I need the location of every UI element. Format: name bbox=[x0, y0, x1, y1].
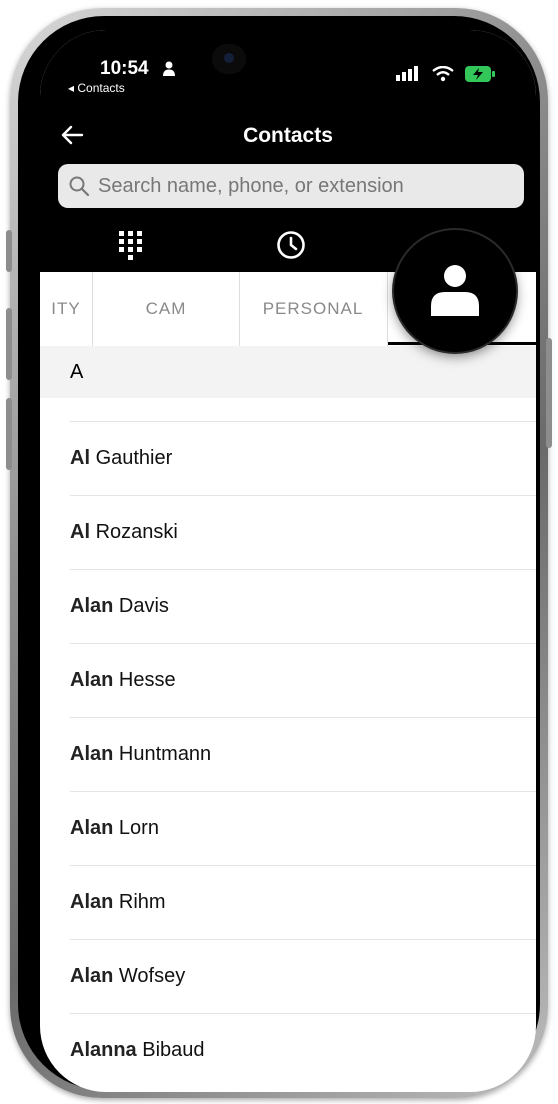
contact-last-name: Huntmann bbox=[118, 743, 212, 765]
contact-list: Al Gauthier Al Rozanski Alan Davis Alan … bbox=[40, 398, 536, 1087]
status-time: 10:54 bbox=[100, 58, 149, 79]
contact-first-name: Al bbox=[70, 521, 90, 543]
dialpad-icon[interactable] bbox=[118, 230, 144, 264]
list-item[interactable]: Alan Davis bbox=[40, 570, 536, 643]
clock-icon[interactable] bbox=[276, 230, 306, 260]
list-item[interactable]: Alan Hesse bbox=[40, 644, 536, 717]
tab-label: CAM bbox=[145, 299, 187, 318]
wifi-icon bbox=[432, 66, 454, 82]
tab-cam[interactable]: CAM bbox=[93, 272, 239, 346]
contact-first-name: Alan bbox=[70, 817, 114, 839]
contact-last-name: Bibaud bbox=[142, 1039, 205, 1061]
list-item[interactable]: Alanna Bibaud bbox=[40, 1014, 536, 1087]
section-letter: A bbox=[70, 361, 84, 383]
contact-first-name: Alan bbox=[70, 743, 114, 765]
list-item[interactable]: Alan Rihm bbox=[40, 866, 536, 939]
tab-personal[interactable]: PERSONAL bbox=[240, 272, 386, 346]
camera-island bbox=[212, 44, 246, 74]
section-header: A bbox=[40, 346, 536, 398]
contacts-tab-button[interactable] bbox=[394, 230, 516, 352]
power-button bbox=[546, 338, 552, 448]
status-indicators bbox=[396, 64, 496, 84]
contact-first-name: Al bbox=[70, 447, 90, 469]
contact-last-name: Wofsey bbox=[118, 965, 186, 987]
contact-last-name: Rihm bbox=[118, 891, 166, 913]
contact-first-name: Alan bbox=[70, 669, 114, 691]
list-item[interactable]: Al Rozanski bbox=[40, 496, 536, 569]
tab-divider bbox=[387, 272, 388, 346]
contact-last-name: Davis bbox=[118, 595, 169, 617]
tab-label: PERSONAL bbox=[262, 299, 364, 318]
contact-first-name: Alan bbox=[70, 891, 114, 913]
contact-last-name: Gauthier bbox=[95, 447, 173, 469]
person-status-icon bbox=[163, 61, 175, 76]
list-item[interactable]: Alan Wofsey bbox=[40, 940, 536, 1013]
page-title: Contacts bbox=[243, 124, 333, 147]
tab-community[interactable]: ITY bbox=[40, 272, 92, 346]
phone-frame: 10:54 ◂ Contacts Contacts Search name, p… bbox=[6, 8, 552, 1098]
battery-charging-icon bbox=[465, 66, 495, 82]
tab-label: ITY bbox=[51, 299, 81, 318]
contact-last-name: Rozanski bbox=[95, 521, 178, 543]
contact-last-name: Hesse bbox=[118, 669, 176, 691]
list-item[interactable]: Al Gauthier bbox=[40, 422, 536, 495]
contact-first-name: Alan bbox=[70, 595, 114, 617]
cellular-signal-icon bbox=[396, 66, 418, 81]
list-item[interactable]: Alan Lorn bbox=[40, 792, 536, 865]
search-icon bbox=[69, 176, 90, 197]
search-input[interactable] bbox=[96, 173, 520, 199]
mute-switch bbox=[6, 230, 12, 272]
contact-last-name: Lorn bbox=[118, 817, 159, 839]
contact-first-name: Alanna bbox=[70, 1039, 137, 1061]
contact-first-name: Alan bbox=[70, 965, 114, 987]
back-to-app-link[interactable]: ◂ Contacts bbox=[68, 81, 125, 95]
search-bar[interactable] bbox=[58, 164, 524, 208]
volume-down-button bbox=[6, 398, 12, 470]
list-item[interactable]: Alan Huntmann bbox=[40, 718, 536, 791]
volume-up-button bbox=[6, 308, 12, 380]
screen: 10:54 ◂ Contacts Contacts Search name, p… bbox=[40, 30, 536, 1092]
person-icon bbox=[431, 265, 479, 316]
